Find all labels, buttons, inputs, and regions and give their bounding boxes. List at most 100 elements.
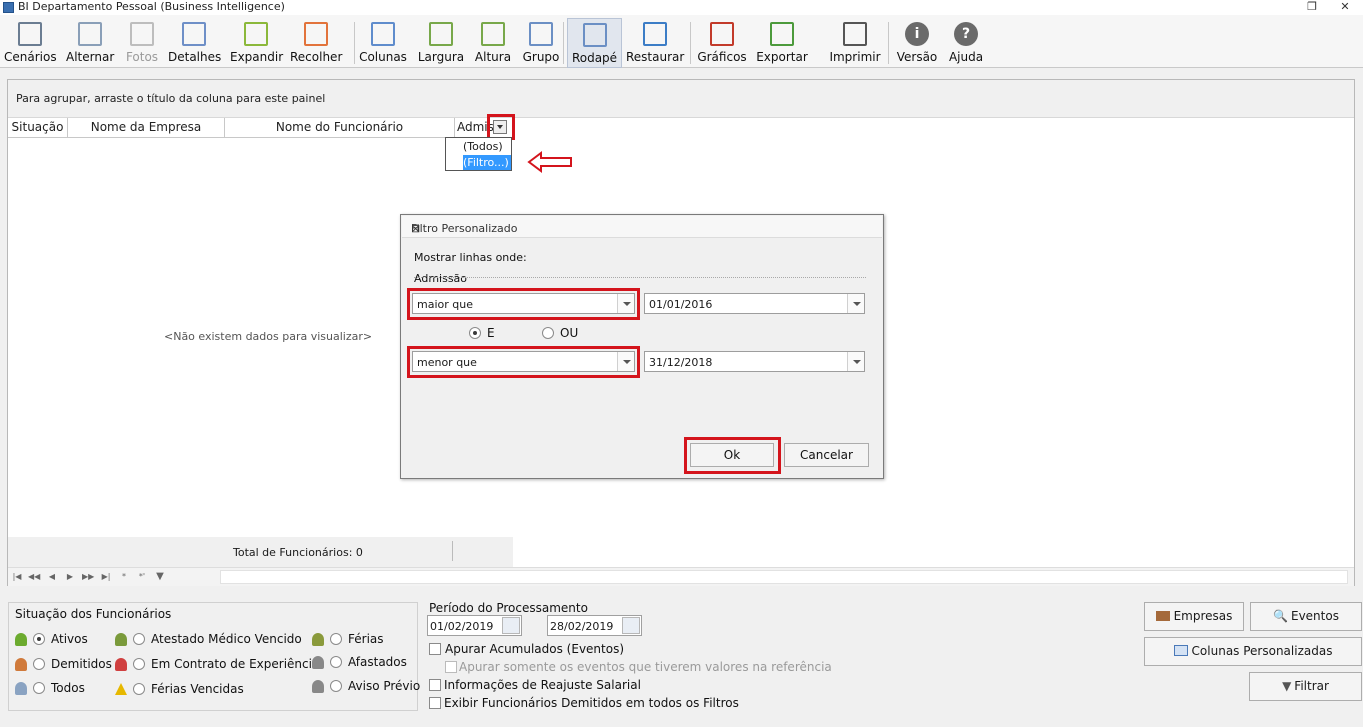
column-header-empresa[interactable]: Nome da Empresa <box>68 118 225 137</box>
nav-next-page-icon[interactable]: ▶▶ <box>82 570 94 584</box>
close-window-icon[interactable]: ✕ <box>1336 0 1354 14</box>
column-header-situacao[interactable]: Situação <box>8 118 68 137</box>
toolbar-group-button[interactable]: Grupo <box>519 18 563 68</box>
house-icon <box>312 656 324 669</box>
details-icon <box>182 22 206 46</box>
show-dismissed-checkbox[interactable] <box>429 697 441 709</box>
columns-icon <box>371 22 395 46</box>
companies-label: Empresas <box>1173 609 1233 623</box>
horizontal-scrollbar[interactable] <box>220 570 1348 584</box>
accumulated-label: Apurar Acumulados (Eventos) <box>445 642 625 656</box>
footer-divider <box>452 541 453 561</box>
restore-window-icon[interactable]: ❐ <box>1303 0 1321 14</box>
nav-first-icon[interactable]: |◀ <box>11 570 23 584</box>
toolbar-label: Restaurar <box>626 50 685 64</box>
filter-label: Filtrar <box>1294 679 1329 693</box>
toolbar-info-button[interactable]: i Versão <box>894 18 940 68</box>
calendar-icon[interactable] <box>502 617 520 634</box>
value1-text: 01/01/2016 <box>649 298 713 311</box>
toolbar-restore-button[interactable]: Restaurar <box>626 18 684 68</box>
period-end-field[interactable]: 28/02/2019 <box>547 615 642 636</box>
logic-and-radio[interactable] <box>469 327 481 339</box>
period-start-field[interactable]: 01/02/2019 <box>427 615 522 636</box>
status-label: Em Contrato de Experiência <box>151 657 320 671</box>
custom-columns-label: Colunas Personalizadas <box>1191 644 1333 658</box>
toolbar-photos-button[interactable]: Fotos <box>120 18 164 68</box>
toolbar-collapse-button[interactable]: Recolher <box>290 18 342 68</box>
status-radio[interactable] <box>330 656 342 668</box>
nav-prev-icon[interactable]: ◀ <box>46 570 58 584</box>
person-green-icon <box>15 633 27 646</box>
calendar-icon[interactable] <box>622 617 640 634</box>
toolbar-print-button[interactable]: Imprimir <box>826 18 884 68</box>
filter-option-todos[interactable]: (Todos) <box>463 139 511 154</box>
nav-next-icon[interactable]: ▶ <box>64 570 76 584</box>
info-icon: i <box>905 22 929 46</box>
columns-icon <box>1173 645 1188 656</box>
accumulated-checkbox[interactable] <box>429 643 441 655</box>
status-radio[interactable] <box>330 680 342 692</box>
status-radio[interactable] <box>33 658 45 670</box>
dialog-close-icon[interactable]: ⊠ <box>411 222 872 235</box>
nav-insert-icon[interactable]: * <box>118 570 130 584</box>
toolbar-details-button[interactable]: Detalhes <box>168 18 221 68</box>
salary-readjust-checkbox[interactable] <box>429 679 441 691</box>
status-group-title: Situação dos Funcionários <box>15 607 172 621</box>
status-radio[interactable] <box>330 633 342 645</box>
toolbar-label: Fotos <box>125 50 159 64</box>
toolbar-charts-button[interactable]: Gráficos <box>696 18 748 68</box>
palm-tree-icon <box>312 633 324 646</box>
nav-last-icon[interactable]: ▶| <box>100 570 112 584</box>
chevron-down-icon[interactable] <box>847 294 864 313</box>
value1-select[interactable]: 01/01/2016 <box>644 293 865 314</box>
events-button[interactable]: 🔍 Eventos <box>1250 602 1362 631</box>
nav-prev-page-icon[interactable]: ◀◀ <box>28 570 40 584</box>
status-radio[interactable] <box>33 682 45 694</box>
toolbar-separator <box>354 22 355 64</box>
field-separator <box>414 277 866 278</box>
status-radio[interactable] <box>33 633 45 645</box>
events-only-label: Apurar somente os eventos que tiverem va… <box>459 660 832 674</box>
logic-and-label: E <box>487 326 495 340</box>
column-header-funcionario[interactable]: Nome do Funcionário <box>225 118 455 137</box>
toolbar-label: Cenários <box>4 50 57 64</box>
cancel-button[interactable]: Cancelar <box>784 443 869 467</box>
empty-grid-text: <Não existem dados para visualizar> <box>164 330 373 343</box>
toolbar-help-button[interactable]: ? Ajuda <box>943 18 989 68</box>
photos-icon <box>130 22 154 46</box>
nav-edit-icon[interactable]: *' <box>136 570 148 584</box>
nav-filter-icon[interactable]: ▼ <box>154 570 166 584</box>
events-only-checkbox[interactable] <box>445 661 457 673</box>
group-icon <box>529 22 553 46</box>
toolbar-label: Expandir <box>230 50 284 64</box>
toolbar-toggle-button[interactable]: Alternar <box>66 18 114 68</box>
status-radio[interactable] <box>133 658 145 670</box>
width-icon <box>429 22 453 46</box>
toolbar-columns-button[interactable]: Colunas <box>356 18 410 68</box>
status-radio[interactable] <box>133 633 145 645</box>
window-title: BI Departamento Pessoal (Business Intell… <box>18 0 285 13</box>
custom-columns-button[interactable]: Colunas Personalizadas <box>1144 637 1362 666</box>
toolbar-height-button[interactable]: Altura <box>474 18 512 68</box>
toolbar-footer-button[interactable]: Rodapé <box>567 18 622 68</box>
logic-or-radio[interactable] <box>542 327 554 339</box>
toolbar-export-button[interactable]: Exportar <box>754 18 810 68</box>
toolbar-expand-button[interactable]: Expandir <box>230 18 284 68</box>
toolbar-label: Alternar <box>66 50 115 64</box>
filter-dropdown-list: (Todos) (Filtro...) <box>445 137 512 171</box>
chevron-down-icon[interactable] <box>847 352 864 371</box>
companies-button[interactable]: Empresas <box>1144 602 1244 631</box>
show-rows-label: Mostrar linhas onde: <box>414 251 527 264</box>
toolbar-width-button[interactable]: Largura <box>415 18 467 68</box>
salary-readjust-label: Informações de Reajuste Salarial <box>444 678 641 692</box>
toolbar-scenarios-button[interactable]: Cenários <box>4 18 57 68</box>
value2-select[interactable]: 31/12/2018 <box>644 351 865 372</box>
filter-button[interactable]: ▼ Filtrar <box>1249 672 1362 701</box>
status-radio[interactable] <box>133 683 145 695</box>
funnel-icon: ▼ <box>1282 679 1292 693</box>
toolbar-label: Versão <box>896 50 938 64</box>
filter-option-custom[interactable]: (Filtro...) <box>463 155 511 170</box>
highlight-ok-button <box>684 437 781 474</box>
toolbar-label: Altura <box>474 50 512 64</box>
group-panel[interactable]: Para agrupar, arraste o título da coluna… <box>8 80 1354 118</box>
